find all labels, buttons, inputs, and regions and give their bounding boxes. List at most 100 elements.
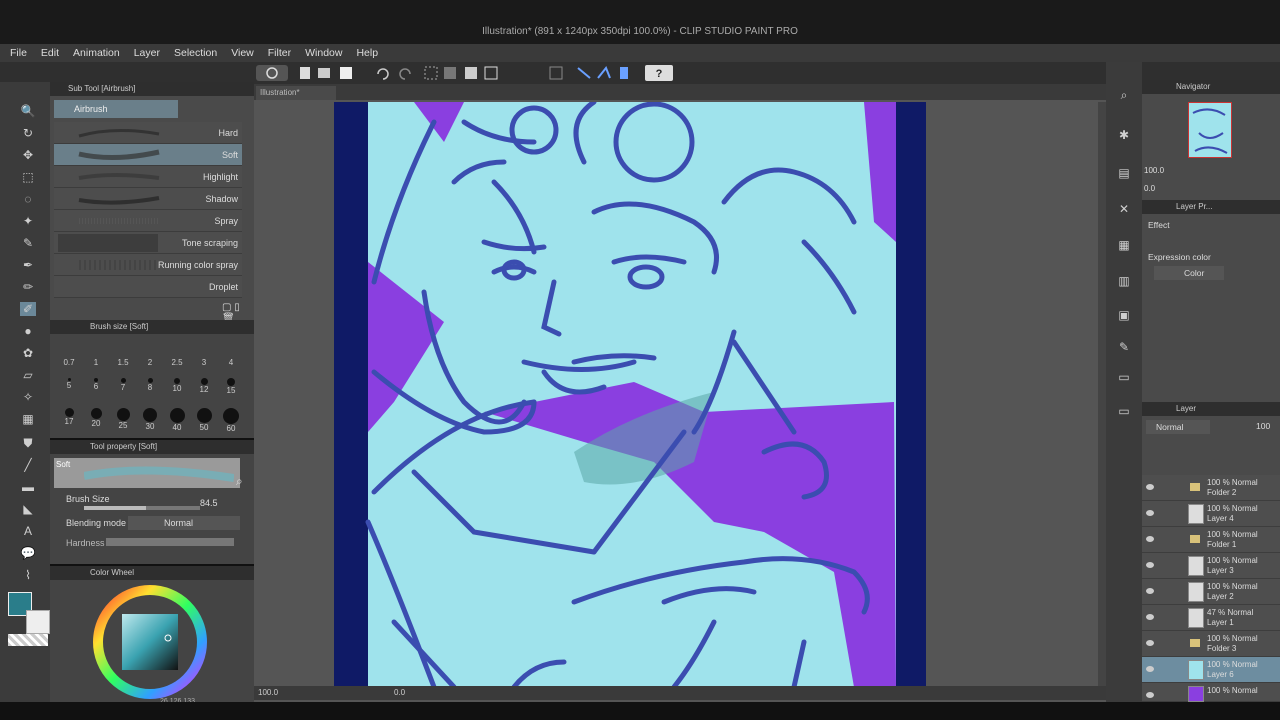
blending-mode-select[interactable]: Normal bbox=[128, 516, 240, 530]
layer-search-icon[interactable]: ✕ bbox=[1116, 202, 1132, 216]
brush-tone-scraping[interactable]: Tone scraping bbox=[54, 232, 242, 254]
history-icon[interactable]: ▥ bbox=[1116, 274, 1132, 288]
operation-tool-icon[interactable]: ↻ bbox=[20, 126, 36, 140]
layer-row-bottom[interactable]: 100 % Normal bbox=[1142, 683, 1280, 702]
navigator-zoom[interactable]: 100.0 bbox=[1144, 166, 1164, 175]
correct-line-tool-icon[interactable]: ⌇ bbox=[20, 568, 36, 582]
size-5[interactable]: 5 bbox=[56, 378, 82, 390]
snap-grid-icon[interactable] bbox=[549, 66, 563, 80]
eye-icon[interactable] bbox=[1146, 666, 1154, 672]
layer-row-layer-3[interactable]: 100 % Normal Layer 3 bbox=[1142, 553, 1280, 579]
fill-tool-icon[interactable]: ⛊ bbox=[20, 436, 36, 450]
image-icon[interactable]: ▣ bbox=[1116, 308, 1132, 322]
layer-blend-mode-select[interactable]: Normal bbox=[1146, 420, 1210, 434]
expression-color-select[interactable]: Color bbox=[1154, 266, 1224, 280]
size-12[interactable]: 12 bbox=[191, 378, 217, 394]
color-set-icon[interactable]: ▦ bbox=[1116, 238, 1132, 252]
search-icon[interactable]: ⌕ bbox=[236, 474, 243, 489]
size-2.5[interactable]: 2.5 bbox=[164, 358, 190, 367]
decoration-tool-icon[interactable]: ✿ bbox=[20, 346, 36, 360]
menu-file[interactable]: File bbox=[10, 47, 27, 59]
layer-opacity-value[interactable]: 100 bbox=[1256, 421, 1270, 431]
menu-animation[interactable]: Animation bbox=[73, 47, 120, 59]
eraser-tool-icon[interactable]: ▱ bbox=[20, 368, 36, 382]
hardness-slider[interactable] bbox=[106, 538, 234, 546]
balloon-tool-icon[interactable]: 💬 bbox=[20, 546, 36, 560]
transparent-color-swatch[interactable] bbox=[8, 634, 48, 646]
save-icon[interactable] bbox=[340, 67, 352, 79]
size-1.5[interactable]: 1.5 bbox=[110, 358, 136, 367]
navigator-thumbnail[interactable] bbox=[1188, 102, 1232, 158]
layer-row-layer-1[interactable]: 47 % Normal Layer 1 bbox=[1142, 605, 1280, 631]
canvas-vertical-scrollbar[interactable] bbox=[1098, 102, 1106, 687]
menu-help[interactable]: Help bbox=[356, 47, 378, 59]
select-tool-icon[interactable]: ⬚ bbox=[20, 170, 36, 184]
brush-soft[interactable]: Soft bbox=[54, 144, 242, 166]
gradient-tool-icon[interactable]: ▦ bbox=[20, 412, 36, 426]
snap-ruler-icon[interactable] bbox=[577, 67, 591, 79]
menu-selection[interactable]: Selection bbox=[174, 47, 217, 59]
text-tool-icon[interactable]: A bbox=[20, 524, 36, 538]
eye-icon[interactable] bbox=[1146, 562, 1154, 568]
eye-icon[interactable] bbox=[1146, 640, 1154, 646]
layer-row-folder-1[interactable]: 100 % Normal Folder 1 bbox=[1142, 527, 1280, 553]
size-7[interactable]: 7 bbox=[110, 378, 136, 392]
canvas-angle-value[interactable]: 0.0 bbox=[394, 688, 405, 697]
zoom-tool-icon[interactable]: 🔍 bbox=[20, 104, 36, 118]
auto-select-icon[interactable]: ✦ bbox=[20, 214, 36, 228]
menu-layer[interactable]: Layer bbox=[134, 47, 160, 59]
sub-view-icon[interactable]: ▤ bbox=[1116, 166, 1132, 180]
brush-shadow[interactable]: Shadow bbox=[54, 188, 242, 210]
navigator-angle[interactable]: 0.0 bbox=[1144, 184, 1155, 193]
canvas-tab[interactable]: Illustration* bbox=[256, 86, 336, 100]
size-60[interactable]: 60 bbox=[218, 408, 244, 433]
size-3[interactable]: 3 bbox=[191, 358, 217, 367]
folder-icon[interactable]: ▭ bbox=[1116, 370, 1132, 384]
crop-icon[interactable] bbox=[444, 67, 456, 79]
size-40[interactable]: 40 bbox=[164, 408, 190, 432]
eye-icon[interactable] bbox=[1146, 692, 1154, 698]
size-1[interactable]: 1 bbox=[83, 358, 109, 367]
layer-row-folder-3[interactable]: 100 % Normal Folder 3 bbox=[1142, 631, 1280, 657]
redo-icon[interactable] bbox=[399, 68, 411, 80]
eyedropper-icon[interactable]: ✎ bbox=[20, 236, 36, 250]
brush-running-color-spray[interactable]: Running color spray bbox=[54, 254, 242, 276]
move-tool-icon[interactable]: ✥ bbox=[20, 148, 36, 162]
transform-icon[interactable] bbox=[484, 66, 498, 80]
airbrush-tool-icon[interactable]: ✐ bbox=[20, 302, 36, 316]
brush-droplet[interactable]: Droplet bbox=[54, 276, 242, 298]
figure-tool-icon[interactable]: ╱ bbox=[20, 458, 36, 472]
pencil-tool-icon[interactable]: ✏ bbox=[20, 280, 36, 294]
menu-edit[interactable]: Edit bbox=[41, 47, 59, 59]
menu-view[interactable]: View bbox=[231, 47, 254, 59]
layer-row-folder-2[interactable]: 100 % Normal Folder 2 bbox=[1142, 475, 1280, 501]
new-file-icon[interactable] bbox=[300, 67, 310, 79]
brush-spray[interactable]: Spray bbox=[54, 210, 242, 232]
frame-tool-icon[interactable]: ▬ bbox=[20, 480, 36, 494]
material-icon[interactable]: ✱ bbox=[1116, 128, 1132, 142]
size-0.7[interactable]: 0.7 bbox=[56, 358, 82, 367]
menu-window[interactable]: Window bbox=[305, 47, 342, 59]
size-15[interactable]: 15 bbox=[218, 378, 244, 395]
size-10[interactable]: 10 bbox=[164, 378, 190, 393]
size-17[interactable]: 17 bbox=[56, 408, 82, 426]
ruler-tool-icon[interactable]: ◣ bbox=[20, 502, 36, 516]
brush-hard[interactable]: Hard bbox=[54, 122, 242, 144]
brush-highlight[interactable]: Highlight bbox=[54, 166, 242, 188]
size-2[interactable]: 2 bbox=[137, 358, 163, 367]
folder-open-icon[interactable]: ▭ bbox=[1116, 404, 1132, 418]
snap-icon[interactable] bbox=[620, 67, 628, 79]
fill-icon[interactable] bbox=[465, 67, 477, 79]
snap-special-ruler-icon[interactable] bbox=[597, 66, 611, 79]
brush-size-slider[interactable] bbox=[84, 506, 200, 510]
pencil-icon[interactable]: ✎ bbox=[1116, 340, 1132, 354]
size-8[interactable]: 8 bbox=[137, 378, 163, 392]
open-file-icon[interactable] bbox=[318, 68, 330, 78]
eye-icon[interactable] bbox=[1146, 588, 1154, 594]
size-25[interactable]: 25 bbox=[110, 408, 136, 430]
eye-icon[interactable] bbox=[1146, 536, 1154, 542]
size-4[interactable]: 4 bbox=[218, 358, 244, 367]
pen-tool-icon[interactable]: ✒ bbox=[20, 258, 36, 272]
sub-tool-group-tab[interactable]: Airbrush bbox=[54, 100, 178, 118]
size-50[interactable]: 50 bbox=[191, 408, 217, 432]
